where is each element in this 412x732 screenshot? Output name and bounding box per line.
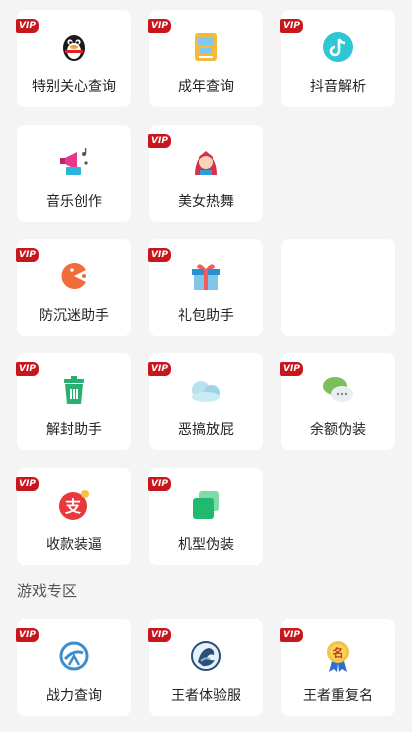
dragon-emblem-icon [191,641,221,671]
tool-label: 收款装逼 [46,537,102,553]
section-title-games: 游戏专区 [17,582,78,600]
girl-avatar-icon [195,151,217,175]
game-label: 王者重复名 [303,688,373,704]
svg-text:名: 名 [333,646,344,660]
alipay-icon: 支 [59,490,89,520]
chat-bubbles-icon [323,377,353,402]
vip-badge: VIP [16,362,39,376]
compass-icon [59,641,89,671]
id-card-icon [195,33,217,61]
tool-label: 成年查询 [178,79,234,95]
empty-card [281,239,395,336]
tiktok-icon [323,32,353,62]
trash-bin-icon [64,376,84,404]
tool-card[interactable]: VIP 抖音解析 [280,10,395,107]
game-card[interactable]: VIP 战力查询 [16,619,131,716]
tool-card[interactable]: VIP 特别关心查询 [16,10,131,107]
gift-icon [192,264,220,290]
tool-card[interactable]: 音乐创作 [17,125,131,222]
tool-card[interactable]: VIP 支 收款装逼 [16,468,131,565]
vip-badge: VIP [280,628,303,642]
tool-card[interactable]: VIP 恶搞放屁 [148,353,263,450]
name-medal-icon: 名 [327,641,349,672]
vip-badge: VIP [280,362,303,376]
vip-badge: VIP [16,19,39,33]
svg-text:支: 支 [64,497,82,516]
game-card[interactable]: VIP 王者体验服 [148,619,263,716]
cloud-icon [192,381,220,402]
tool-label: 特别关心查询 [32,79,116,95]
music-megaphone-icon [60,148,88,175]
tool-card[interactable]: VIP 礼包助手 [148,239,263,336]
game-label: 战力查询 [46,688,102,704]
tool-label: 余额伪装 [310,422,366,438]
layered-squares-icon [193,491,219,519]
penguin-icon [63,35,85,61]
game-card[interactable]: VIP 名 王者重复名 [280,619,395,716]
vip-badge: VIP [148,628,171,642]
tool-label: 防沉迷助手 [39,308,109,324]
tool-label: 音乐创作 [46,194,102,210]
tool-card[interactable]: VIP 防沉迷助手 [16,239,131,336]
vip-badge: VIP [148,362,171,376]
game-label: 王者体验服 [171,688,241,704]
vip-badge: VIP [148,477,171,491]
tool-card[interactable]: VIP 成年查询 [148,10,263,107]
vip-badge: VIP [280,19,303,33]
vip-badge: VIP [148,248,171,262]
tool-card[interactable]: VIP 解封助手 [16,353,131,450]
tool-label: 恶搞放屁 [178,422,234,438]
tool-label: 美女热舞 [178,194,234,210]
tool-label: 抖音解析 [310,79,366,95]
vip-badge: VIP [148,19,171,33]
tool-card[interactable]: VIP 机型伪装 [148,468,263,565]
tool-card[interactable]: VIP 余额伪装 [280,353,395,450]
tool-label: 机型伪装 [178,537,234,553]
pacman-icon [61,263,86,289]
vip-badge: VIP [16,628,39,642]
tool-card[interactable]: VIP 美女热舞 [148,125,263,222]
vip-badge: VIP [148,134,171,148]
tool-label: 解封助手 [46,422,102,438]
vip-badge: VIP [16,248,39,262]
tool-label: 礼包助手 [178,308,234,324]
vip-badge: VIP [16,477,39,491]
